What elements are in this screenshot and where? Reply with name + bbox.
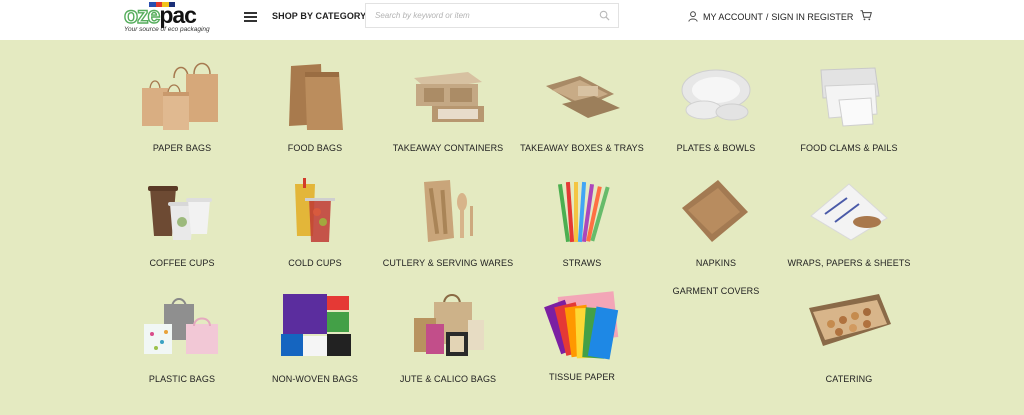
search-box (365, 3, 619, 28)
tissue-paper-image (544, 291, 619, 360)
category-label: WRAPS, PAPERS & SHEETS (787, 258, 911, 268)
logo-wordmark: ozepac (123, 1, 197, 28)
logo-word-pac: pac (159, 2, 197, 28)
category-tissue-paper[interactable]: TISSUE PAPER (502, 290, 662, 390)
sign-in-register-link[interactable]: SIGN IN REGISTER (771, 12, 853, 22)
logo-tagline: Your source of eco packaging (124, 26, 210, 33)
logo-word-oze: oze (123, 1, 161, 28)
food-clams-pails-image (820, 67, 880, 127)
category-catering[interactable]: CATERING (769, 290, 929, 390)
my-account-link[interactable]: MY ACCOUNT (703, 12, 763, 22)
category-wraps-papers-sheets[interactable]: WRAPS, PAPERS & SHEETS (769, 178, 929, 270)
search-input[interactable] (375, 4, 590, 27)
search-icon[interactable] (599, 10, 610, 21)
cart-icon[interactable] (860, 10, 872, 21)
site-header: ozepac Your source of eco packaging SHOP… (0, 0, 1024, 40)
hamburger-icon[interactable] (244, 12, 257, 22)
catering-image (809, 294, 891, 346)
shop-by-category-link[interactable]: SHOP BY CATEGORY (272, 11, 366, 21)
hamburger-line (244, 20, 257, 22)
ozepac-logo[interactable]: ozepac Your source of eco packaging (123, 1, 209, 38)
account-links: MY ACCOUNT / SIGN IN REGISTER (703, 12, 853, 22)
hamburger-line (244, 16, 257, 18)
category-label: CATERING (825, 374, 873, 384)
category-label: FOOD CLAMS & PAILS (800, 143, 898, 153)
wraps-papers-sheets-image (810, 183, 888, 241)
category-food-clams-pails[interactable]: FOOD CLAMS & PAILS (769, 60, 929, 160)
category-label: TISSUE PAPER (548, 372, 616, 382)
account-separator: / (765, 12, 769, 22)
hamburger-line (244, 12, 257, 14)
user-icon[interactable] (688, 11, 698, 22)
